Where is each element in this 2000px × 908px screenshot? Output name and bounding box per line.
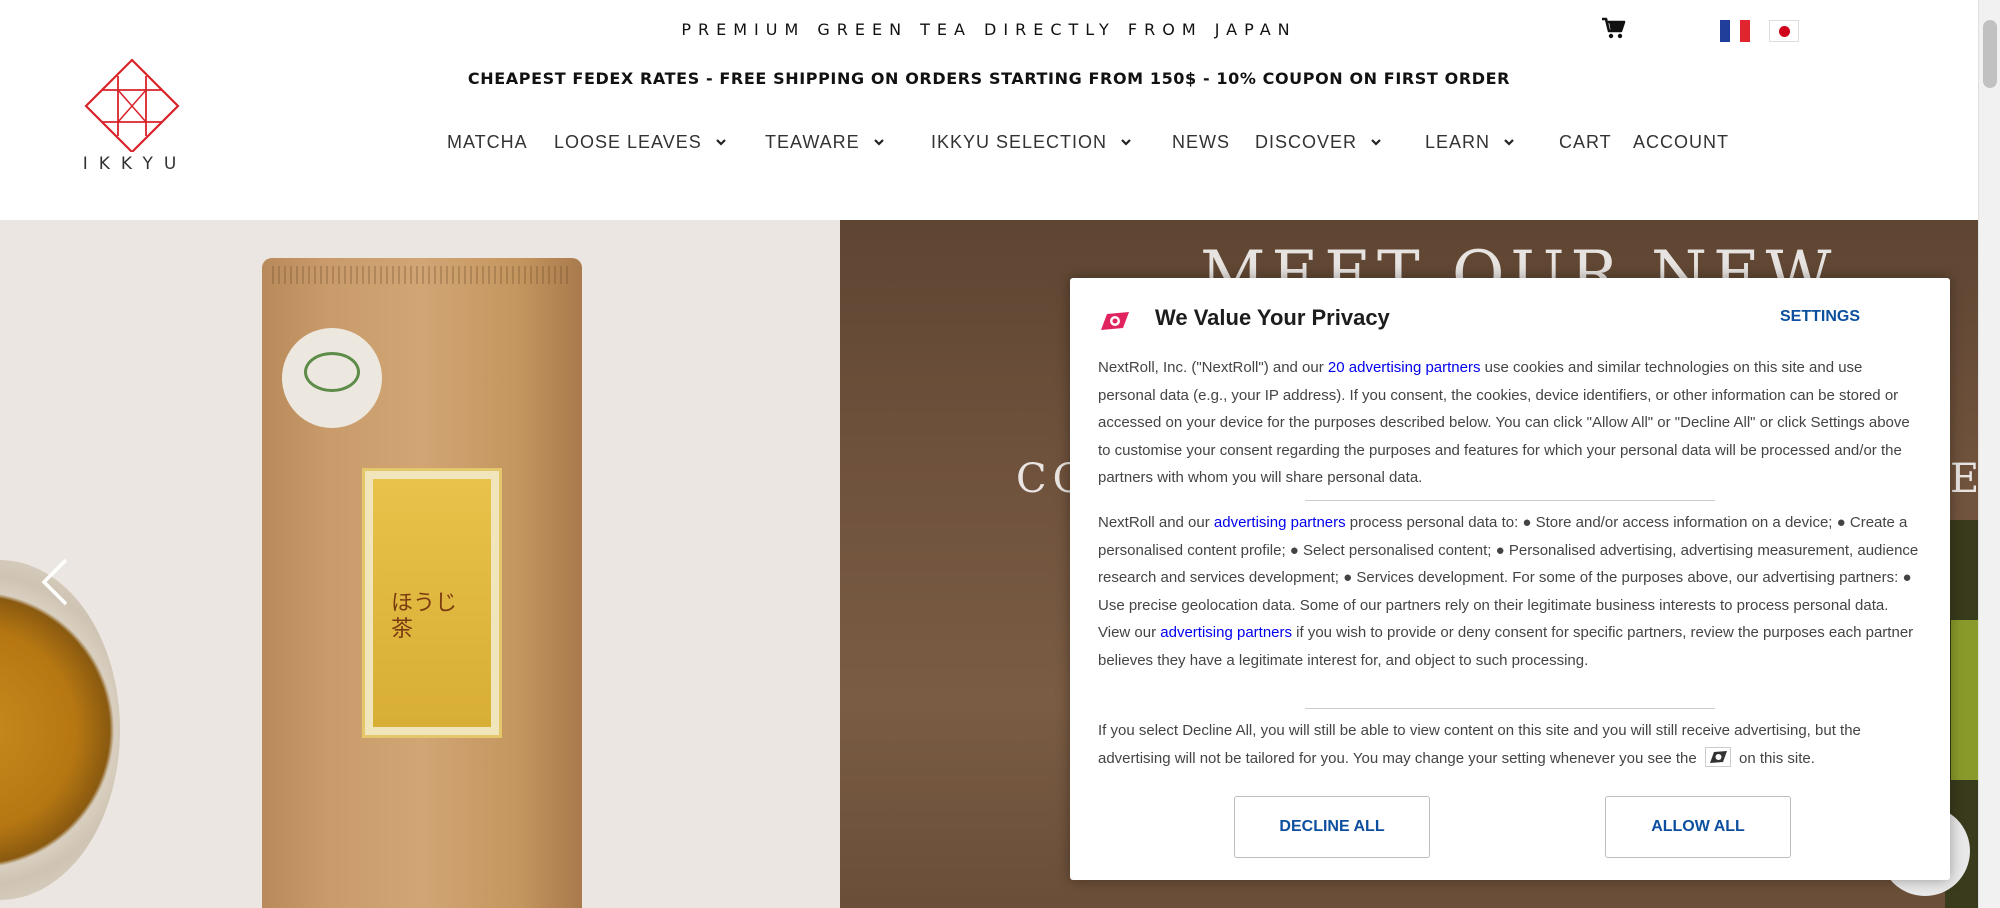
nav-cart[interactable]: CART [1559,132,1612,153]
nav-news[interactable]: NEWS [1172,132,1230,153]
advertising-partners-link[interactable]: advertising partners [1214,514,1346,531]
scrollbar-thumb[interactable] [1983,20,1997,88]
privacy-consent-dialog: We Value Your Privacy SETTINGS NextRoll,… [1070,278,1950,880]
consent-paragraph-2: NextRoll and our advertising partners pr… [1098,514,1919,669]
nextroll-mini-icon[interactable] [1704,746,1731,767]
nav-loose-leaves[interactable]: LOOSE LEAVES [554,132,732,153]
chevron-down-icon [715,138,726,146]
settings-link[interactable]: SETTINGS [1780,308,1860,326]
nav-matcha[interactable]: MATCHA [447,132,528,153]
hero-subtitle-right: E [1950,456,1978,502]
nav-label: TEAWARE [765,132,860,152]
nav-learn[interactable]: LEARN [1425,132,1520,153]
slider-prev-arrow-icon[interactable] [36,554,76,614]
tagline: PREMIUM GREEN TEA DIRECTLY FROM JAPAN [681,20,1297,39]
ikkyu-logo[interactable]: IKKYU [72,56,192,176]
page: PREMIUM GREEN TEA DIRECTLY FROM JAPAN CH… [0,0,1978,908]
chevron-down-icon [873,138,884,146]
divider [1305,500,1715,501]
nav-discover[interactable]: DISCOVER [1255,132,1387,153]
advertising-partners-link[interactable]: advertising partners [1160,624,1292,641]
allow-all-button[interactable]: ALLOW ALL [1605,796,1791,858]
chevron-down-icon [1371,138,1381,146]
nav-account[interactable]: ACCOUNT [1633,132,1729,153]
french-flag-icon[interactable] [1720,20,1750,42]
tea-bag: ほうじ茶 [262,258,582,908]
dialog-title: We Value Your Privacy [1155,305,1390,330]
japanese-flag-icon[interactable] [1769,20,1799,42]
nav-ikkyu-selection[interactable]: IKKYU SELECTION [931,132,1137,153]
nav-label: LEARN [1425,132,1491,152]
scrollbar[interactable] [1978,0,2000,908]
nextroll-logo-icon [1097,310,1131,332]
jas-seal [282,328,382,428]
consent-paragraph-3: If you select Decline All, you will stil… [1098,722,1861,767]
chevron-down-icon [1504,138,1514,146]
chevron-down-icon [1121,138,1131,146]
nav-label: CART [1559,132,1612,152]
cart-icon[interactable] [1600,14,1628,42]
product-label-text: ほうじ茶 [391,591,458,642]
consent-paragraph-1: NextRoll, Inc. ("NextRoll") and our 20 a… [1098,359,1910,486]
nav-label: IKKYU SELECTION [931,132,1108,152]
decline-all-button[interactable]: DECLINE ALL [1234,796,1430,858]
nav-label: LOOSE LEAVES [554,132,702,152]
hero-product-image: ほうじ茶 [0,220,840,908]
divider [1305,708,1715,709]
logo-mark-icon [84,58,180,154]
nav-label: NEWS [1172,132,1230,152]
nav-label: MATCHA [447,132,528,152]
advertising-partners-link[interactable]: 20 advertising partners [1328,359,1481,376]
nav-label: DISCOVER [1255,132,1358,152]
promo-banner: CHEAPEST FEDEX RATES - FREE SHIPPING ON … [467,69,1511,88]
nav-label: ACCOUNT [1633,132,1729,152]
nav-teaware[interactable]: TEAWARE [765,132,890,153]
logo-text: IKKYU [82,154,188,174]
product-label: ほうじ茶 [362,468,502,738]
